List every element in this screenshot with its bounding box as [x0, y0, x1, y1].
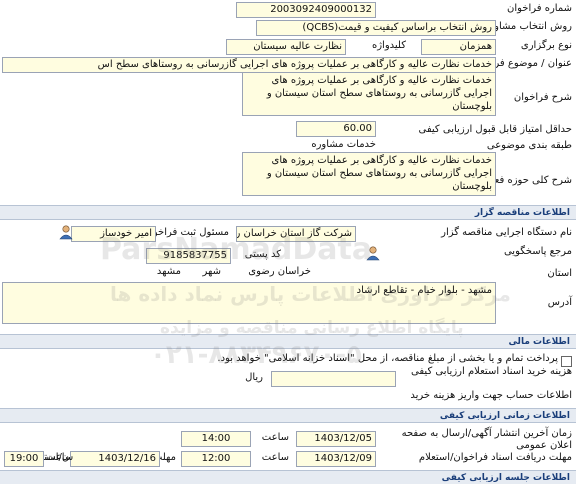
activity-field: خدمات نظارت عالیه و کارگاهی بر عملیات پر… [242, 152, 496, 196]
registrar-field: امیر خودساز [71, 226, 156, 242]
province-value: خراسان رضوی [248, 266, 311, 277]
section-session: اطلاعات جلسه ارزیابی کیفی [0, 470, 576, 484]
org-label: نام دستگاه اجرایی مناقصه گزار [441, 227, 572, 238]
category-label: طبقه بندی موضوعی [486, 140, 572, 151]
section-financial: اطلاعات مالی [0, 334, 576, 349]
min-score-label: حداقل امتیاز قابل قبول ارزیابی کیفی [418, 124, 572, 135]
receive-date-field: 1403/12/09 [296, 451, 376, 467]
publish-time-field: 14:00 [181, 431, 251, 447]
publish-date-field: 1403/12/05 [296, 431, 376, 447]
keyword-field: نظارت عالیه سیستان [226, 39, 346, 55]
account-label: اطلاعات حساب جهت واریز هزینه خرید [410, 390, 572, 401]
description-label: شرح فراخوان [513, 92, 572, 103]
receive-time-label: ساعت [261, 452, 289, 463]
category-value: خدمات مشاوره [311, 139, 376, 150]
announce-no-field: 2003092409000132 [236, 2, 376, 18]
address-label: آدرس [547, 297, 572, 308]
announce-no-label: شماره فراخوان [507, 3, 572, 14]
subject-field: خدمات نظارت عالیه و کارگاهی بر عملیات پر… [2, 57, 496, 73]
section-tender-holder: اطلاعات مناقصه گزار [0, 205, 576, 220]
postal-label: کد پستی [244, 249, 281, 260]
city-value: مشهد [156, 266, 181, 277]
selection-method-field: روش انتخاب براساس کیفیت و قیمت(QCBS) [256, 20, 496, 36]
org-field: شرکت گاز استان خراسان رض [236, 226, 356, 242]
deadline-time-field: 19:00 [4, 451, 44, 467]
postal-field: 9185837755 [146, 248, 231, 264]
doc-cost-field [271, 371, 396, 387]
registrar-person-icon[interactable] [58, 224, 74, 240]
address-field: مشهد - بلوار خیام - تقاطع ارشاد [2, 282, 496, 324]
receive-time-field: 12:00 [181, 451, 251, 467]
doc-cost-label: هزینه خرید اسناد استعلام ارزیابی کیفی [411, 366, 572, 377]
publish-label: زمان آخرین انتشار آگهی/ارسال به صفحه اعل… [401, 428, 572, 451]
holding-type-label: نوع برگزاری [520, 40, 572, 51]
ref-person-icon[interactable] [365, 245, 381, 261]
province-label: استان [547, 268, 572, 279]
city-label: شهر [202, 266, 221, 277]
tender-page: شماره فراخوان 2003092409000132 روش انتخا… [0, 0, 576, 484]
section-timing: اطلاعات زمانی ارزیابی کیفی [0, 408, 576, 423]
keyword-label: کلیدواژه [371, 40, 406, 51]
deadline-date-field: 1403/12/16 [70, 451, 160, 467]
holding-type-field: همزمان [421, 39, 496, 55]
publish-time-label: ساعت [261, 432, 289, 443]
description-field: خدمات نظارت عالیه و کارگاهی بر عملیات پر… [242, 72, 496, 116]
min-score-field: 60.00 [296, 121, 376, 137]
deadline-time-label: ساعت [46, 452, 74, 463]
receive-label: مهلت دریافت اسناد فراخوان/استعلام [418, 452, 572, 463]
ref-label: مرجع پاسخگویی [503, 246, 572, 257]
currency-label: ریال [245, 372, 263, 383]
selection-method-label: روش انتخاب مشاور [489, 21, 572, 32]
payment-text: پرداخت تمام و یا بخشی از مبلغ مناقصه، از… [217, 353, 558, 364]
